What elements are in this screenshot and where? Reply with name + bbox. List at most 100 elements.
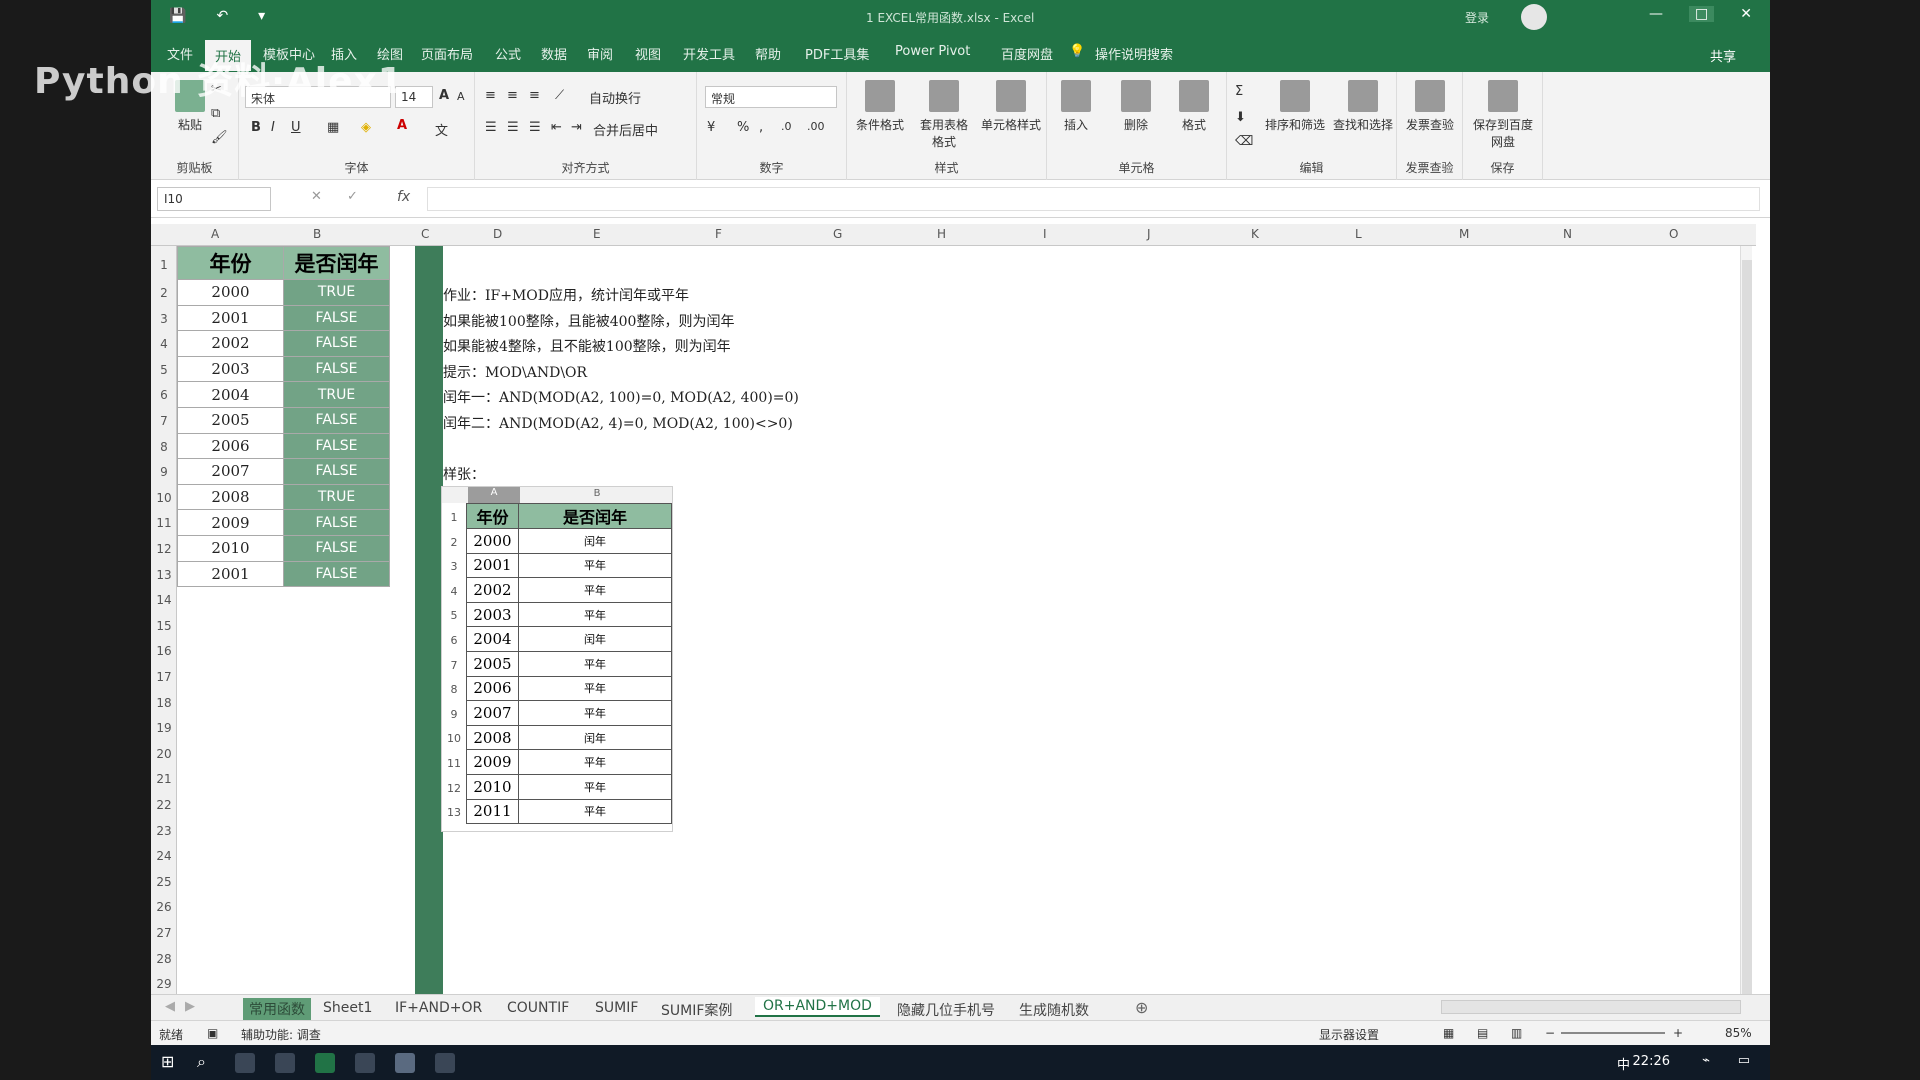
align-left-icon[interactable]: ☰ [485, 120, 497, 135]
orientation-icon[interactable]: ⟋ [555, 88, 564, 103]
delete-button[interactable]: 删除 [1107, 80, 1165, 133]
column-header[interactable]: F [715, 227, 722, 241]
column-header[interactable]: J [1147, 227, 1151, 241]
sheet-tab[interactable]: COUNTIF [507, 1000, 569, 1016]
formula-input[interactable] [427, 187, 1760, 211]
sheet-tab[interactable]: SUMIF案例 [661, 1000, 732, 1020]
leap-cell[interactable]: FALSE [283, 534, 390, 562]
note-line[interactable]: 如果能被4整除，且不能被100整除，则为闰年 [443, 335, 799, 361]
network-icon[interactable]: ⌁ [1702, 1053, 1710, 1068]
lightbulb-icon[interactable]: 💡 [1069, 44, 1085, 59]
row-header[interactable]: 5 [151, 363, 177, 377]
grow-font-icon[interactable]: A [439, 88, 449, 103]
year-cell[interactable]: 2009 [177, 509, 284, 536]
find-select-button[interactable]: 查找和选择 [1331, 80, 1395, 133]
row-header[interactable]: 3 [151, 312, 177, 326]
accessibility-status[interactable]: 辅助功能: 调查 [241, 1026, 321, 1043]
tab-developer[interactable]: 开发工具 [683, 44, 735, 63]
scrollbar-thumb[interactable] [1742, 260, 1752, 1000]
display-settings[interactable]: 显示器设置 [1319, 1026, 1379, 1043]
customize-qat-icon[interactable]: ▾ [258, 8, 265, 24]
normal-view-icon[interactable]: ▦ [1443, 1026, 1454, 1040]
windows-start-icon[interactable]: ⊞ [161, 1052, 174, 1071]
row-header[interactable]: 28 [151, 952, 177, 966]
notification-icon[interactable]: ▭ [1738, 1053, 1750, 1068]
align-middle-icon[interactable]: ≡ [507, 88, 518, 103]
align-top-icon[interactable]: ≡ [485, 88, 496, 103]
vertical-scrollbar[interactable] [1740, 246, 1752, 1000]
wrap-text-button[interactable]: 自动换行 [589, 88, 641, 107]
close-button[interactable]: ✕ [1740, 6, 1752, 22]
zoom-out-icon[interactable]: − [1545, 1026, 1555, 1040]
bold-icon[interactable]: B [251, 120, 261, 135]
tab-page-layout[interactable]: 页面布局 [421, 44, 473, 63]
ime-indicator[interactable]: 中 [1617, 1054, 1630, 1073]
minimize-button[interactable]: — [1649, 6, 1663, 22]
increase-indent-icon[interactable]: ⇥ [571, 120, 582, 135]
touch-mode-icon[interactable]: ↶ [216, 8, 228, 24]
copy-icon[interactable]: ⧉ [211, 106, 220, 121]
invoice-check-button[interactable]: 发票查验 [1401, 80, 1459, 133]
note-line[interactable]: 闰年一：AND(MOD(A2, 100)=0, MOD(A2, 400)=0) [443, 386, 799, 412]
browser-icon[interactable] [235, 1053, 255, 1073]
align-center-icon[interactable]: ☰ [507, 120, 519, 135]
row-header[interactable]: 22 [151, 798, 177, 812]
note-line[interactable] [443, 438, 799, 464]
row-header[interactable]: 25 [151, 875, 177, 889]
column-header[interactable]: I [1043, 227, 1047, 241]
folder-icon[interactable] [435, 1053, 455, 1073]
column-header[interactable]: L [1355, 227, 1362, 241]
row-header[interactable]: 14 [151, 593, 177, 607]
page-break-view-icon[interactable]: ▥ [1511, 1026, 1522, 1040]
align-right-icon[interactable]: ☰ [529, 120, 541, 135]
clear-icon[interactable]: ⌫ [1235, 134, 1253, 149]
worksheet-grid[interactable]: A B C D E F G H I J K L M N O 1 2 3 4 5 … [151, 224, 1756, 1000]
prev-sheet-icon[interactable]: ◀ [165, 999, 175, 1014]
row-header[interactable]: 8 [151, 440, 177, 454]
cancel-icon[interactable]: ✕ [311, 189, 322, 204]
row-header[interactable]: 17 [151, 670, 177, 684]
phonetic-icon[interactable]: 文 [435, 120, 448, 139]
zoom-in-icon[interactable]: + [1673, 1026, 1683, 1040]
column-header[interactable]: H [937, 227, 946, 241]
wps-icon[interactable] [275, 1053, 295, 1073]
leap-cell[interactable]: FALSE [283, 330, 390, 357]
zoom-level[interactable]: 85% [1725, 1026, 1752, 1040]
sheet-tab-active[interactable]: OR+AND+MOD [755, 997, 880, 1017]
year-cell[interactable]: 2001 [177, 304, 284, 332]
zoom-slider[interactable] [1561, 1032, 1665, 1034]
year-cell[interactable]: 2007 [177, 458, 284, 485]
row-header[interactable]: 13 [151, 568, 177, 582]
search-icon[interactable]: ⌕ [197, 1052, 206, 1072]
horizontal-scrollbar[interactable] [1441, 1000, 1741, 1014]
underline-icon[interactable]: U [291, 120, 301, 135]
tab-baidu-netdisk[interactable]: 百度网盘 [1001, 44, 1053, 63]
wechat-icon[interactable] [355, 1053, 375, 1073]
leap-cell[interactable]: FALSE [283, 509, 390, 536]
format-as-table-button[interactable]: 套用表格格式 [915, 80, 973, 150]
year-cell[interactable]: 2004 [177, 381, 284, 408]
column-header[interactable]: C [421, 227, 429, 241]
leap-cell[interactable]: FALSE [283, 406, 390, 434]
tab-formulas[interactable]: 公式 [495, 44, 521, 63]
clock[interactable]: 22:26 [1633, 1054, 1670, 1069]
tab-pdf-tools[interactable]: PDF工具集 [805, 44, 869, 63]
row-header[interactable]: 20 [151, 747, 177, 761]
column-header[interactable]: E [593, 227, 601, 241]
fill-color-icon[interactable]: ◈ [361, 120, 371, 135]
sort-filter-button[interactable]: 排序和筛选 [1261, 80, 1329, 133]
note-line[interactable]: 闰年二：AND(MOD(A2, 4)=0, MOD(A2, 100)<>0) [443, 412, 799, 438]
italic-icon[interactable]: I [271, 120, 275, 135]
merge-center-button[interactable]: 合并后居中 [593, 120, 658, 139]
column-header[interactable]: O [1669, 227, 1678, 241]
column-header[interactable]: K [1251, 227, 1259, 241]
excel-icon[interactable] [315, 1053, 335, 1073]
name-box[interactable]: I10 [157, 187, 271, 211]
sheet-tab[interactable]: 隐藏几位手机号 [897, 1000, 995, 1020]
leap-cell[interactable]: FALSE [283, 304, 390, 332]
tell-me-search[interactable]: 操作说明搜索 [1095, 44, 1173, 63]
autosum-icon[interactable]: Σ [1235, 84, 1243, 99]
restore-button[interactable]: □ [1689, 6, 1715, 22]
row-header[interactable]: 18 [151, 696, 177, 710]
border-icon[interactable]: ▦ [327, 120, 339, 135]
